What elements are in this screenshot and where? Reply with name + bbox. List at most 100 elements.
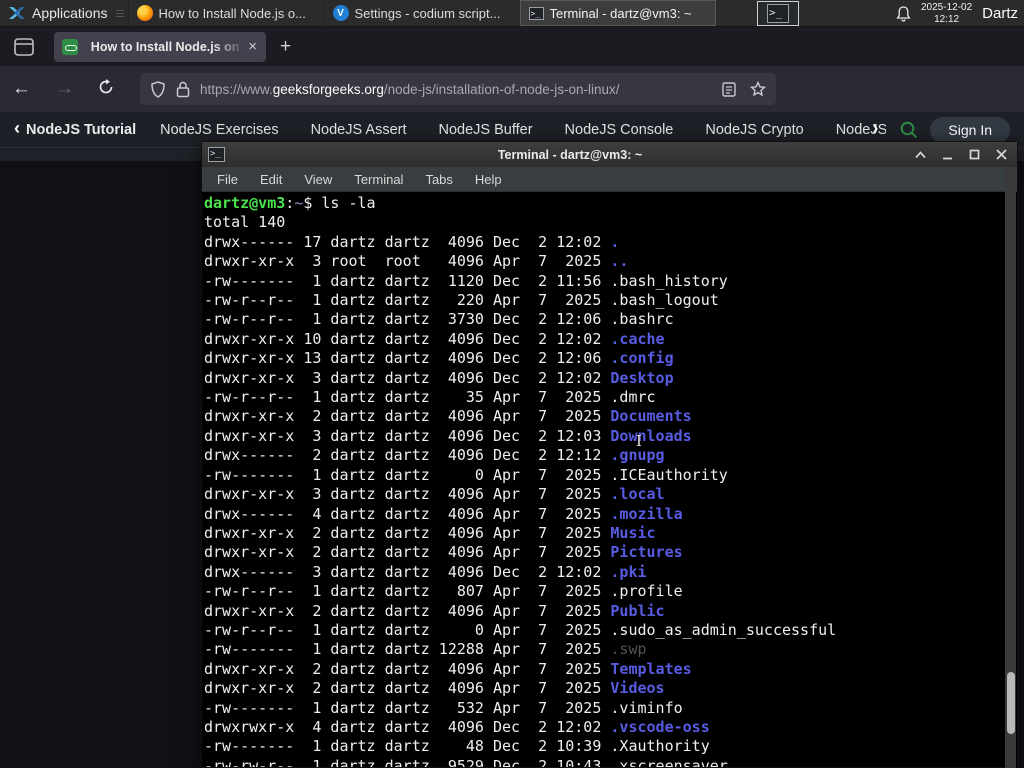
menu-tabs[interactable]: Tabs bbox=[416, 170, 461, 189]
file-name: .local bbox=[610, 485, 665, 504]
terminal-tray-button[interactable]: >_ bbox=[757, 1, 799, 26]
window-button[interactable]: V Settings - codium script... bbox=[323, 0, 520, 26]
file-name: .sudo_as_admin_successful bbox=[610, 620, 837, 639]
panel-right: 2025-12-02 12:12 Dartz bbox=[896, 0, 1024, 27]
terminal-line: drwxr-xr-x 3 dartz dartz 4096 Dec 2 12:0… bbox=[204, 368, 674, 387]
forward-button[interactable]: → bbox=[43, 78, 86, 100]
reader-view-icon[interactable] bbox=[722, 81, 736, 97]
ibeam-cursor: I bbox=[636, 432, 642, 450]
url-bar[interactable]: https://www.geeksforgeeks.org/node-js/in… bbox=[140, 73, 776, 105]
firefox-view-icon[interactable] bbox=[10, 34, 38, 60]
menu-view[interactable]: View bbox=[295, 170, 341, 189]
terminal-titlebar[interactable]: >_ Terminal - dartz@vm3: ~ bbox=[202, 142, 1017, 167]
window-button[interactable]: >_ Terminal - dartz@vm3: ~ bbox=[519, 0, 716, 26]
nav-back-link[interactable]: NodeJS Tutorial bbox=[26, 122, 136, 138]
codium-icon: V bbox=[332, 5, 349, 21]
new-tab-button[interactable]: + bbox=[280, 36, 291, 58]
menu-help[interactable]: Help bbox=[466, 170, 511, 189]
terminal-line: drwx------ 17 dartz dartz 4096 Dec 2 12:… bbox=[204, 232, 620, 251]
file-name: .viminfo bbox=[610, 698, 683, 717]
terminal-scrollbar[interactable] bbox=[1005, 167, 1016, 768]
minimize-window-icon[interactable] bbox=[942, 150, 953, 160]
firefox-icon bbox=[136, 5, 153, 21]
terminal-line: drwx------ 3 dartz dartz 4096 Dec 2 12:0… bbox=[204, 562, 647, 581]
terminal-line: drwxr-xr-x 2 dartz dartz 4096 Apr 7 2025… bbox=[204, 523, 656, 542]
terminal-content[interactable]: dartz@vm3:~$ ls -la total 140 drwx------… bbox=[202, 192, 1017, 767]
clock-date: 2025-12-02 bbox=[921, 1, 973, 13]
menu-terminal[interactable]: Terminal bbox=[345, 170, 412, 189]
terminal-icon: >_ bbox=[767, 4, 789, 23]
terminal-line: -rw------- 1 dartz dartz 0 Apr 7 2025 .I… bbox=[204, 465, 728, 484]
lock-icon[interactable] bbox=[176, 81, 190, 98]
scrollbar-thumb[interactable] bbox=[1006, 672, 1015, 734]
nav-link[interactable]: NodeJS Assert bbox=[311, 122, 407, 138]
file-name: .cache bbox=[610, 329, 665, 348]
window-button-label: Terminal - dartz@vm3: ~ bbox=[549, 5, 692, 21]
terminal-line: -rw-r--r-- 1 dartz dartz 807 Apr 7 2025 … bbox=[204, 582, 683, 601]
file-name: .dmrc bbox=[610, 388, 656, 407]
nav-back-chevron-icon[interactable]: ‹ bbox=[0, 118, 26, 141]
panel-clock: 2025-12-02 12:12 bbox=[921, 2, 972, 26]
total-line: total 140 bbox=[204, 213, 286, 232]
terminal-line: drwxr-xr-x 2 dartz dartz 4096 Apr 7 2025… bbox=[204, 659, 692, 678]
nav-link[interactable]: NodeJS Console bbox=[565, 122, 674, 138]
back-button[interactable]: ← bbox=[0, 78, 43, 100]
terminal-line: drwxr-xr-x 2 dartz dartz 4096 Apr 7 2025… bbox=[204, 407, 692, 426]
prompt-dollar: $ bbox=[303, 194, 322, 212]
terminal-window-controls bbox=[915, 149, 1011, 160]
file-name: .bashrc bbox=[610, 310, 674, 329]
browser-tab[interactable]: How to Install Node.js on × bbox=[54, 31, 266, 62]
terminal-window: >_ Terminal - dartz@vm3: ~ File Edit View T… bbox=[201, 141, 1018, 768]
window-button-list: How to Install Node.js o... V Settings - c… bbox=[127, 0, 716, 26]
url-scheme: https://www. bbox=[200, 81, 273, 97]
firefox-tab-bar: How to Install Node.js on × + bbox=[0, 27, 1024, 80]
file-name: .mozilla bbox=[610, 504, 683, 523]
file-name: Public bbox=[610, 601, 665, 620]
file-name: .config bbox=[610, 349, 674, 368]
nav-link[interactable]: NodeJS Buffer bbox=[439, 122, 533, 138]
distro-logo-icon bbox=[9, 7, 25, 19]
terminal-line: drwx------ 4 dartz dartz 4096 Apr 7 2025… bbox=[204, 504, 683, 523]
terminal-line: drwxr-xr-x 13 dartz dartz 4096 Dec 2 12:… bbox=[204, 349, 674, 368]
terminal-line: -rw-rw-r-- 1 dartz dartz 9529 Dec 2 10:4… bbox=[204, 757, 1017, 767]
file-name: .swp bbox=[610, 640, 647, 659]
terminal-line: drwxr-xr-x 2 dartz dartz 4096 Apr 7 2025… bbox=[204, 543, 683, 562]
applications-label: Applications bbox=[32, 5, 108, 21]
terminal-menubar: File Edit View Terminal Tabs Help bbox=[202, 167, 1017, 192]
terminal-line: drwxr-xr-x 10 dartz dartz 4096 Dec 2 12:… bbox=[204, 329, 665, 348]
terminal-line: -rw-r--r-- 1 dartz dartz 3730 Dec 2 12:0… bbox=[204, 310, 674, 329]
terminal-line: -rw-r--r-- 1 dartz dartz 220 Apr 7 2025 … bbox=[204, 291, 719, 310]
file-name: .bash_logout bbox=[610, 291, 719, 310]
url-text: https://www.geeksforgeeks.org/node-js/in… bbox=[200, 82, 722, 97]
file-name: Documents bbox=[610, 407, 692, 426]
file-name: .. bbox=[610, 252, 629, 271]
url-domain: geeksforgeeks.org bbox=[272, 81, 384, 97]
close-window-icon[interactable] bbox=[996, 149, 1007, 160]
applications-menu-button[interactable]: Applications bbox=[0, 0, 116, 26]
nav-link[interactable]: NodeJS Crypto bbox=[705, 122, 803, 138]
terminal-line: drwxr-xr-x 3 dartz dartz 4096 Apr 7 2025… bbox=[204, 485, 665, 504]
maximize-window-icon[interactable] bbox=[969, 149, 980, 160]
nav-forward-chevron-icon[interactable]: › bbox=[872, 118, 888, 141]
tracking-shield-icon[interactable] bbox=[150, 80, 166, 98]
file-name: Templates bbox=[610, 659, 692, 678]
bookmark-star-icon[interactable] bbox=[750, 81, 766, 97]
file-name: .xscreensaver bbox=[610, 756, 728, 767]
reload-button[interactable] bbox=[86, 78, 126, 100]
notification-bell-icon[interactable] bbox=[896, 5, 911, 22]
tab-title: How to Install Node.js on bbox=[90, 39, 240, 54]
nav-link[interactable]: NodeJS Exercises bbox=[160, 122, 278, 138]
search-icon[interactable] bbox=[900, 121, 918, 139]
terminal-line: -rw------- 1 dartz dartz 532 Apr 7 2025 … bbox=[204, 698, 683, 717]
top-panel: Applications How to Install Node.js o...… bbox=[0, 0, 1024, 27]
shade-window-icon[interactable] bbox=[915, 150, 926, 159]
terminal-line: -rw-r--r-- 1 dartz dartz 0 Apr 7 2025 .s… bbox=[204, 620, 837, 639]
user-menu[interactable]: Dartz bbox=[982, 5, 1020, 22]
window-button[interactable]: How to Install Node.js o... bbox=[127, 0, 324, 26]
tab-close-icon[interactable]: × bbox=[245, 38, 260, 55]
sign-in-button[interactable]: Sign In bbox=[930, 116, 1010, 143]
menu-edit[interactable]: Edit bbox=[251, 170, 291, 189]
desktop: Applications How to Install Node.js o...… bbox=[0, 0, 1024, 768]
menu-file[interactable]: File bbox=[208, 170, 247, 189]
file-name: Desktop bbox=[610, 368, 674, 387]
